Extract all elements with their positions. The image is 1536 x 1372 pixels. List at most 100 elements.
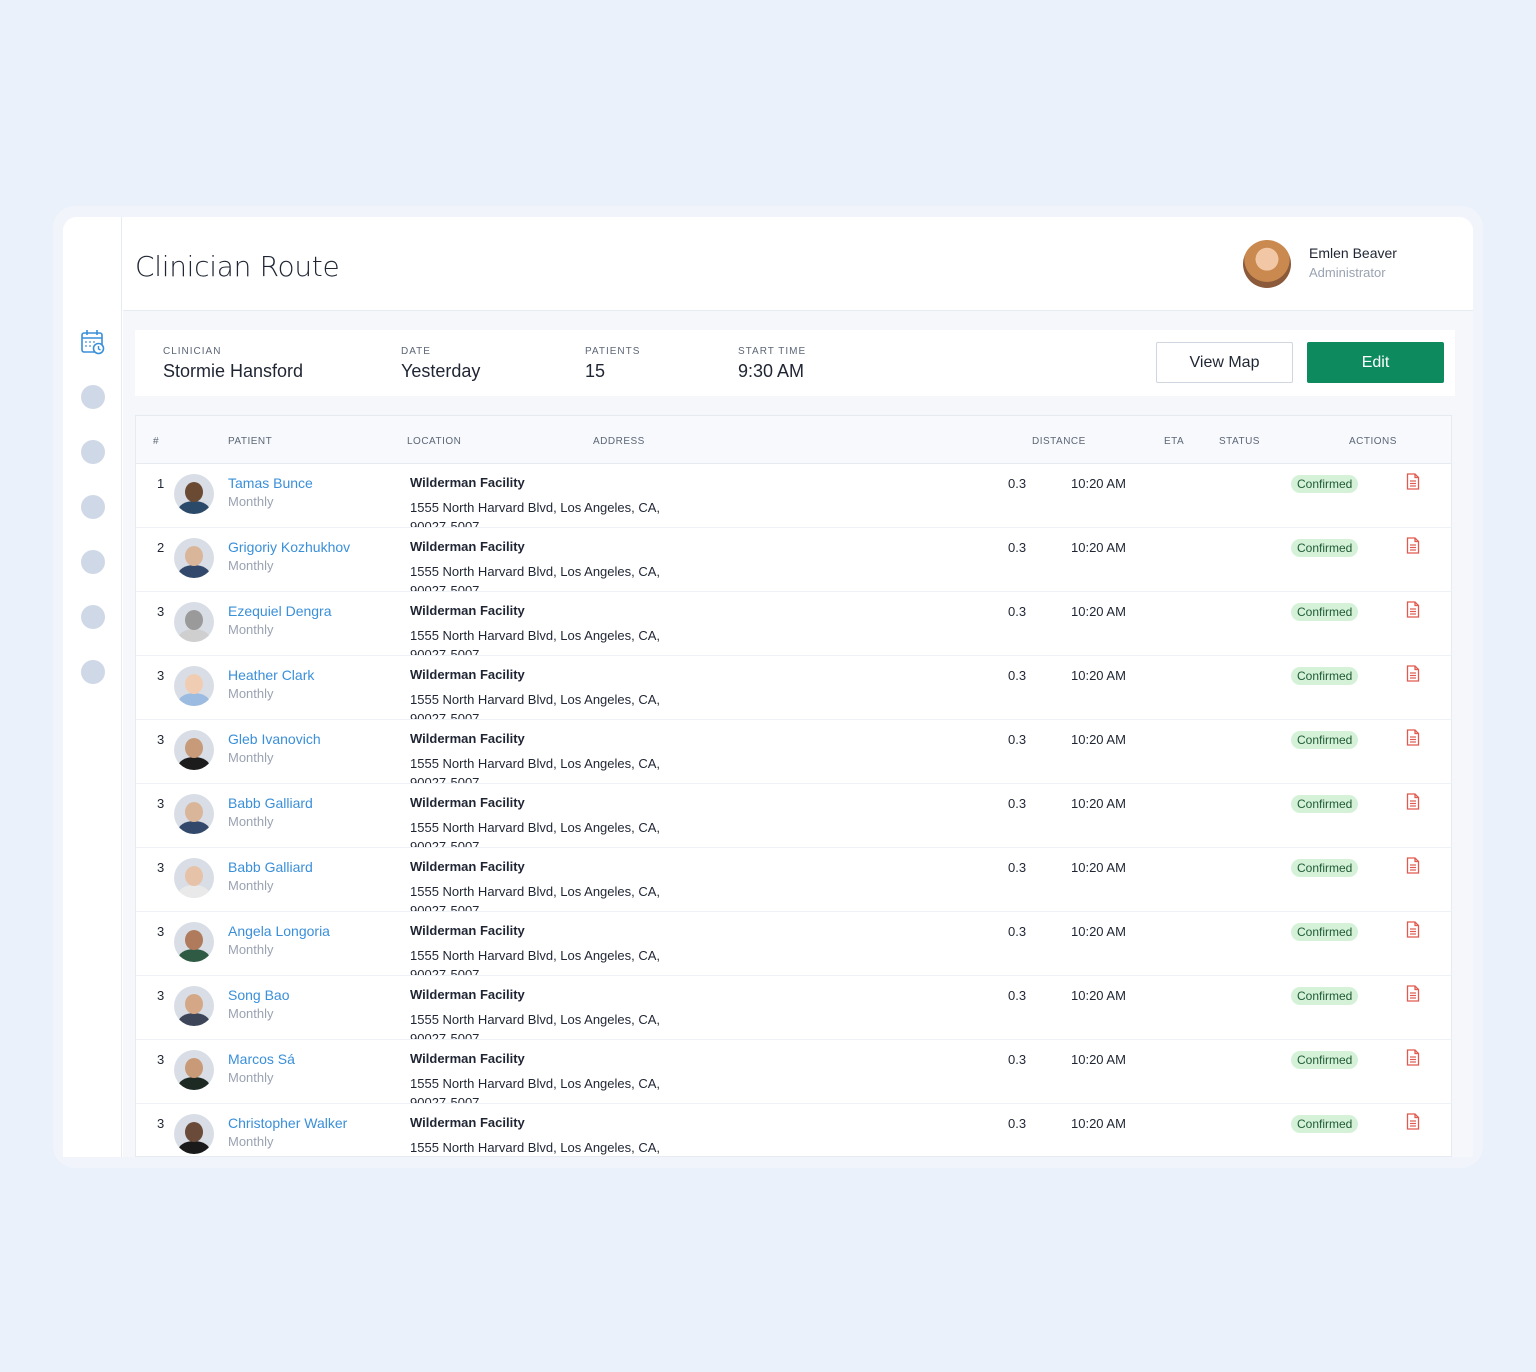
distance-value: 0.3 <box>1008 1052 1027 1067</box>
avatar[interactable] <box>1243 240 1291 288</box>
table-row[interactable]: 3 Ezequiel Dengra Monthly Wilderman Facilit… <box>136 592 1451 656</box>
table-row[interactable]: 3 Song Bao Monthly Wilderman Facility 1555 N… <box>136 976 1451 1040</box>
patient-name-link[interactable]: Tamas Bunce <box>228 475 313 491</box>
address-line-2: 90027-5007 <box>410 839 480 848</box>
table-row[interactable]: 2 Grigoriy Kozhukhov Monthly Wilderman Faci… <box>136 528 1451 592</box>
table-row[interactable]: 3 Gleb Ivanovich Monthly Wilderman Facility… <box>136 720 1451 784</box>
user-name: Emlen Beaver <box>1309 245 1397 261</box>
header-status[interactable]: STATUS <box>1219 436 1260 447</box>
sidebar-nav-item-1[interactable] <box>81 385 105 409</box>
document-icon[interactable] <box>1406 537 1420 554</box>
table-row[interactable]: 3 Babb Galliard Monthly Wilderman Facility 1… <box>136 848 1451 912</box>
row-number: 2 <box>157 540 165 555</box>
table-row[interactable]: 3 Heather Clark Monthly Wilderman Facility 1… <box>136 656 1451 720</box>
status-badge: Confirmed <box>1291 667 1359 685</box>
row-number: 3 <box>157 860 165 875</box>
avatar[interactable] <box>174 602 214 642</box>
distance-value: 0.3 <box>1008 668 1027 683</box>
distance-value: 0.3 <box>1008 924 1027 939</box>
patient-name-link[interactable]: Ezequiel Dengra <box>228 603 332 619</box>
eta-value: 10:20 AM <box>1071 476 1126 491</box>
row-number: 3 <box>157 988 165 1003</box>
patient-name-link[interactable]: Gleb Ivanovich <box>228 731 321 747</box>
eta-value: 10:20 AM <box>1071 668 1126 683</box>
address-line-1: 1555 North Harvard Blvd, Los Angeles, CA… <box>410 628 661 643</box>
table-row[interactable]: 3 Babb Galliard Monthly Wilderman Facility 1… <box>136 784 1451 848</box>
patient-name-link[interactable]: Song Bao <box>228 987 290 1003</box>
header-eta[interactable]: ETA <box>1164 436 1184 447</box>
patient-name-link[interactable]: Grigoriy Kozhukhov <box>228 539 350 555</box>
status-badge: Confirmed <box>1291 539 1359 557</box>
avatar[interactable] <box>174 730 214 770</box>
patient-name-link[interactable]: Heather Clark <box>228 667 314 683</box>
row-number: 3 <box>157 1052 165 1067</box>
header-distance[interactable]: DISTANCE <box>1032 436 1086 447</box>
document-icon[interactable] <box>1406 1049 1420 1066</box>
avatar[interactable] <box>174 794 214 834</box>
header-patient[interactable]: PATIENT <box>228 436 272 447</box>
avatar[interactable] <box>174 858 214 898</box>
status-badge: Confirmed <box>1291 923 1359 941</box>
address: 1555 North Harvard Blvd, Los Angeles, CA… <box>410 1138 660 1156</box>
document-icon[interactable] <box>1406 601 1420 618</box>
summary-patients: PATIENTS 15 <box>585 346 640 382</box>
header-address[interactable]: ADDRESS <box>593 436 645 447</box>
table-row[interactable]: 3 Marcos Sá Monthly Wilderman Facility 1555 … <box>136 1040 1451 1104</box>
visit-frequency: Monthly <box>228 558 274 573</box>
avatar[interactable] <box>174 1114 214 1154</box>
patient-name-link[interactable]: Babb Galliard <box>228 795 313 811</box>
sidebar-nav-item-2[interactable] <box>81 440 105 464</box>
sidebar-nav-item-6[interactable] <box>81 660 105 684</box>
avatar[interactable] <box>174 922 214 962</box>
location-name: Wilderman Facility <box>410 539 525 554</box>
distance-value: 0.3 <box>1008 732 1027 747</box>
calendar-clock-icon[interactable] <box>81 329 105 355</box>
sidebar-nav-item-4[interactable] <box>81 550 105 574</box>
address-line-1: 1555 North Harvard Blvd, Los Angeles, CA… <box>410 820 661 835</box>
location-name: Wilderman Facility <box>410 987 525 1002</box>
eta-value: 10:20 AM <box>1071 988 1126 1003</box>
sidebar <box>63 217 122 1157</box>
topbar: Clinician Route Emlen Beaver Administrat… <box>123 217 1473 311</box>
eta-value: 10:20 AM <box>1071 1052 1126 1067</box>
patient-name-link[interactable]: Christopher Walker <box>228 1115 347 1131</box>
document-icon[interactable] <box>1406 921 1420 938</box>
document-icon[interactable] <box>1406 793 1420 810</box>
patient-name-link[interactable]: Babb Galliard <box>228 859 313 875</box>
avatar[interactable] <box>174 538 214 578</box>
table-row[interactable]: 3 Christopher Walker Monthly Wilderman Faci… <box>136 1104 1451 1156</box>
avatar[interactable] <box>174 666 214 706</box>
location-name: Wilderman Facility <box>410 603 525 618</box>
address-line-1: 1555 North Harvard Blvd, Los Angeles, CA… <box>410 948 661 963</box>
sidebar-nav-item-3[interactable] <box>81 495 105 519</box>
address: 1555 North Harvard Blvd, Los Angeles, CA… <box>410 882 660 911</box>
header-actions: ACTIONS <box>1349 436 1397 447</box>
distance-value: 0.3 <box>1008 796 1027 811</box>
document-icon[interactable] <box>1406 985 1420 1002</box>
address-line-1: 1555 North Harvard Blvd, Los Angeles, CA… <box>410 500 661 515</box>
visit-frequency: Monthly <box>228 686 274 701</box>
avatar[interactable] <box>174 1050 214 1090</box>
eta-value: 10:20 AM <box>1071 1116 1126 1131</box>
document-icon[interactable] <box>1406 1113 1420 1130</box>
sidebar-nav-item-5[interactable] <box>81 605 105 629</box>
header-location[interactable]: LOCATION <box>407 436 461 447</box>
avatar[interactable] <box>174 474 214 514</box>
view-map-button[interactable]: View Map <box>1156 342 1293 383</box>
table-row[interactable]: 1 Tamas Bunce Monthly Wilderman Facility 155… <box>136 464 1451 528</box>
patient-name-link[interactable]: Angela Longoria <box>228 923 330 939</box>
avatar[interactable] <box>174 986 214 1026</box>
row-number: 3 <box>157 604 165 619</box>
eta-value: 10:20 AM <box>1071 924 1126 939</box>
patient-name-link[interactable]: Marcos Sá <box>228 1051 295 1067</box>
distance-value: 0.3 <box>1008 988 1027 1003</box>
eta-value: 10:20 AM <box>1071 540 1126 555</box>
document-icon[interactable] <box>1406 729 1420 746</box>
row-number: 3 <box>157 668 165 683</box>
address-line-2: 90027-5007 <box>410 647 480 656</box>
document-icon[interactable] <box>1406 473 1420 490</box>
edit-button[interactable]: Edit <box>1307 342 1444 383</box>
document-icon[interactable] <box>1406 665 1420 682</box>
document-icon[interactable] <box>1406 857 1420 874</box>
table-row[interactable]: 3 Angela Longoria Monthly Wilderman Facilit… <box>136 912 1451 976</box>
